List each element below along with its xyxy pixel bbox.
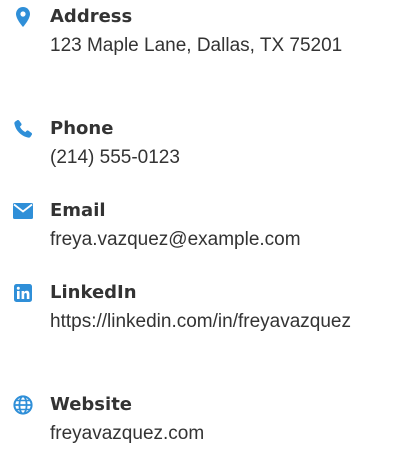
website-text: Website freyavazquez.com [50,394,350,449]
phone-icon [12,118,34,140]
linkedin-text: LinkedIn https://linkedin.com/in/freyava… [50,282,351,337]
email-icon [12,200,34,222]
phone-value[interactable]: (214) 555-0123 [50,143,350,173]
phone-label: Phone [50,118,114,139]
email-label: Email [50,200,106,221]
linkedin-icon [12,282,34,304]
website-label: Website [50,394,133,415]
linkedin-label: LinkedIn [50,282,137,303]
email-value[interactable]: freya.vazquez@example.com [50,225,350,255]
address-value: 123 Maple Lane, Dallas, TX 75201 [50,35,343,56]
globe-icon [12,394,34,416]
website-value[interactable]: freyavazquez.com [50,419,350,449]
address-label: Address [50,6,133,27]
linkedin-value[interactable]: https://linkedin.com/in/freyavazquez [50,307,360,337]
address-text: Address 123 Maple Lane, Dallas, TX 75201 [50,6,350,61]
contact-list: Address 123 Maple Lane, Dallas, TX 75201… [0,0,411,451]
email-text: Email freya.vazquez@example.com [50,200,350,255]
phone-text: Phone (214) 555-0123 [50,118,350,173]
map-pin-icon [12,6,34,28]
